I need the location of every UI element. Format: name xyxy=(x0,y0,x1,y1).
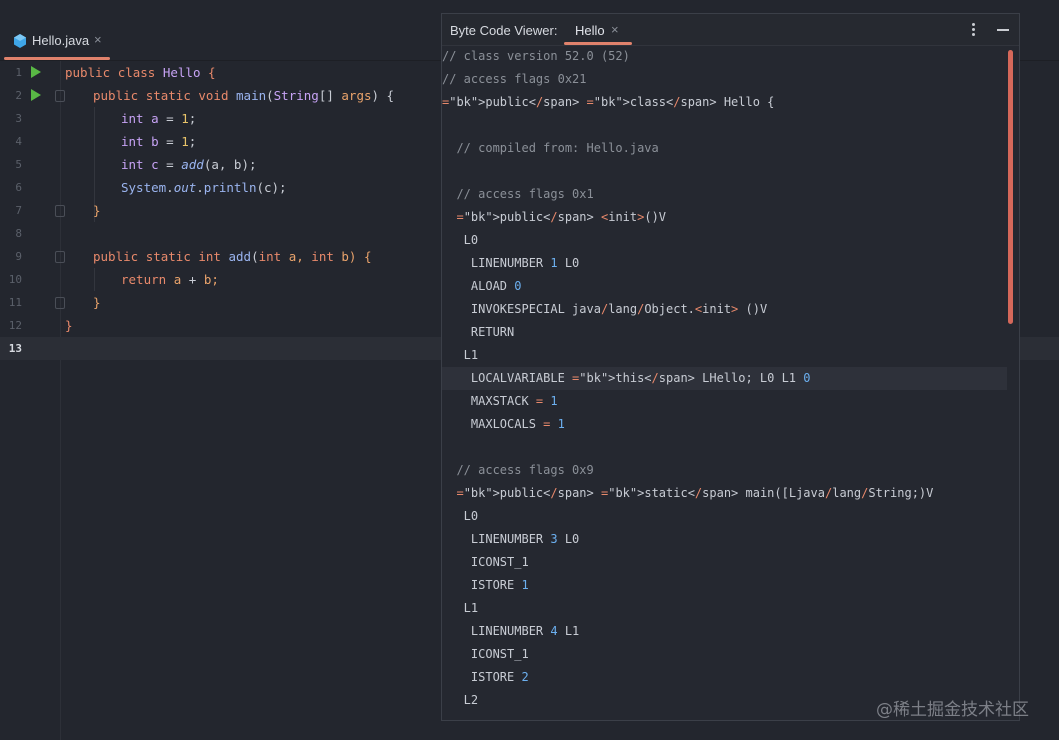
line-number: 8 xyxy=(15,227,22,240)
bytecode-line[interactable]: ALOAD 0 xyxy=(442,275,1007,298)
run-icon[interactable] xyxy=(31,66,41,78)
bytecode-line[interactable]: MAXLOCALS = 1 xyxy=(442,413,1007,436)
bytecode-line[interactable]: ISTORE 1 xyxy=(442,574,1007,597)
bytecode-line[interactable] xyxy=(442,160,1007,183)
fold-icon[interactable] xyxy=(55,251,65,263)
line-number: 2 xyxy=(15,89,22,102)
line-number: 7 xyxy=(15,204,22,217)
line-number: 4 xyxy=(15,135,22,148)
tab-hello-bytecode[interactable]: Hello × xyxy=(564,14,632,45)
code-text: } xyxy=(93,203,101,218)
code-text: return a + b; xyxy=(121,272,219,287)
tab-label: Hello xyxy=(575,23,605,38)
code-text: System.out.println(c); xyxy=(121,180,287,195)
more-options-icon[interactable] xyxy=(972,23,975,37)
bytecode-line[interactable]: // class version 52.0 (52) xyxy=(442,45,1007,68)
fold-icon[interactable] xyxy=(55,297,65,309)
code-text: } xyxy=(65,318,73,333)
bytecode-line[interactable]: RETURN xyxy=(442,321,1007,344)
line-number: 10 xyxy=(8,273,22,286)
line-number: 13 xyxy=(8,342,22,355)
bytecode-line[interactable] xyxy=(442,114,1007,137)
code-text: } xyxy=(93,295,101,310)
code-text: int c = add(a, b); xyxy=(121,157,257,172)
bytecode-line[interactable]: LOCALVARIABLE ="bk">this</span> LHello; … xyxy=(442,367,1007,390)
java-class-icon xyxy=(14,34,26,48)
bytecode-line[interactable]: L1 xyxy=(442,597,1007,620)
tab-label: Hello.java xyxy=(32,33,90,48)
active-tab-indicator xyxy=(4,57,110,60)
code-text: int a = 1; xyxy=(121,111,197,126)
bytecode-line[interactable]: LINENUMBER 4 L1 xyxy=(442,620,1007,643)
line-number: 9 xyxy=(15,250,22,263)
bytecode-line[interactable]: INVOKESPECIAL java/lang/Object.<init> ()… xyxy=(442,298,1007,321)
fold-icon[interactable] xyxy=(55,205,65,217)
bytecode-viewer-header: Byte Code Viewer: Hello × xyxy=(442,14,1019,46)
close-icon[interactable]: × xyxy=(94,32,102,47)
bytecode-line[interactable]: ="bk">public</span> <init>()V xyxy=(442,206,1007,229)
bytecode-line[interactable]: L0 xyxy=(442,229,1007,252)
close-icon[interactable]: × xyxy=(611,22,619,37)
code-text: public static int add(int a, int b) { xyxy=(93,249,372,264)
line-number: 6 xyxy=(15,181,22,194)
line-number: 11 xyxy=(8,296,22,309)
bytecode-viewer-panel: Byte Code Viewer: Hello × // class versi… xyxy=(441,13,1020,721)
minimize-icon[interactable] xyxy=(997,29,1009,31)
bytecode-line[interactable]: LINENUMBER 3 L0 xyxy=(442,528,1007,551)
bytecode-line[interactable]: LINENUMBER 1 L0 xyxy=(442,252,1007,275)
run-icon[interactable] xyxy=(31,89,41,101)
bytecode-line[interactable]: ="bk">public</span> ="bk">class</span> H… xyxy=(442,91,1007,114)
line-number: 3 xyxy=(15,112,22,125)
bytecode-line[interactable]: MAXSTACK = 1 xyxy=(442,390,1007,413)
bytecode-line[interactable]: L1 xyxy=(442,344,1007,367)
line-number: 5 xyxy=(15,158,22,171)
bytecode-line[interactable]: // compiled from: Hello.java xyxy=(442,137,1007,160)
bytecode-line[interactable]: // access flags 0x1 xyxy=(442,183,1007,206)
code-text: int b = 1; xyxy=(121,134,197,149)
bytecode-line[interactable]: // access flags 0x9 xyxy=(442,459,1007,482)
bytecode-line[interactable]: ISTORE 2 xyxy=(442,666,1007,689)
tab-hello-java[interactable]: Hello.java × xyxy=(0,26,110,60)
bytecode-line[interactable]: ICONST_1 xyxy=(442,551,1007,574)
bytecode-content[interactable]: // class version 52.0 (52)// access flag… xyxy=(442,45,1019,720)
panel-title: Byte Code Viewer: xyxy=(450,23,558,38)
bytecode-line[interactable]: L0 xyxy=(442,505,1007,528)
vertical-scrollbar[interactable] xyxy=(1008,50,1013,324)
line-number: 12 xyxy=(8,319,22,332)
line-number: 1 xyxy=(15,66,22,79)
bytecode-line[interactable]: ="bk">public</span> ="bk">static</span> … xyxy=(442,482,1007,505)
watermark: @稀土掘金技术社区 xyxy=(876,700,1029,720)
bytecode-line[interactable]: // access flags 0x21 xyxy=(442,68,1007,91)
code-text: public class Hello { xyxy=(65,65,216,80)
fold-icon[interactable] xyxy=(55,90,65,102)
bytecode-line[interactable] xyxy=(442,436,1007,459)
code-text: public static void main(String[] args) { xyxy=(93,88,395,103)
bytecode-line[interactable]: ICONST_1 xyxy=(442,643,1007,666)
